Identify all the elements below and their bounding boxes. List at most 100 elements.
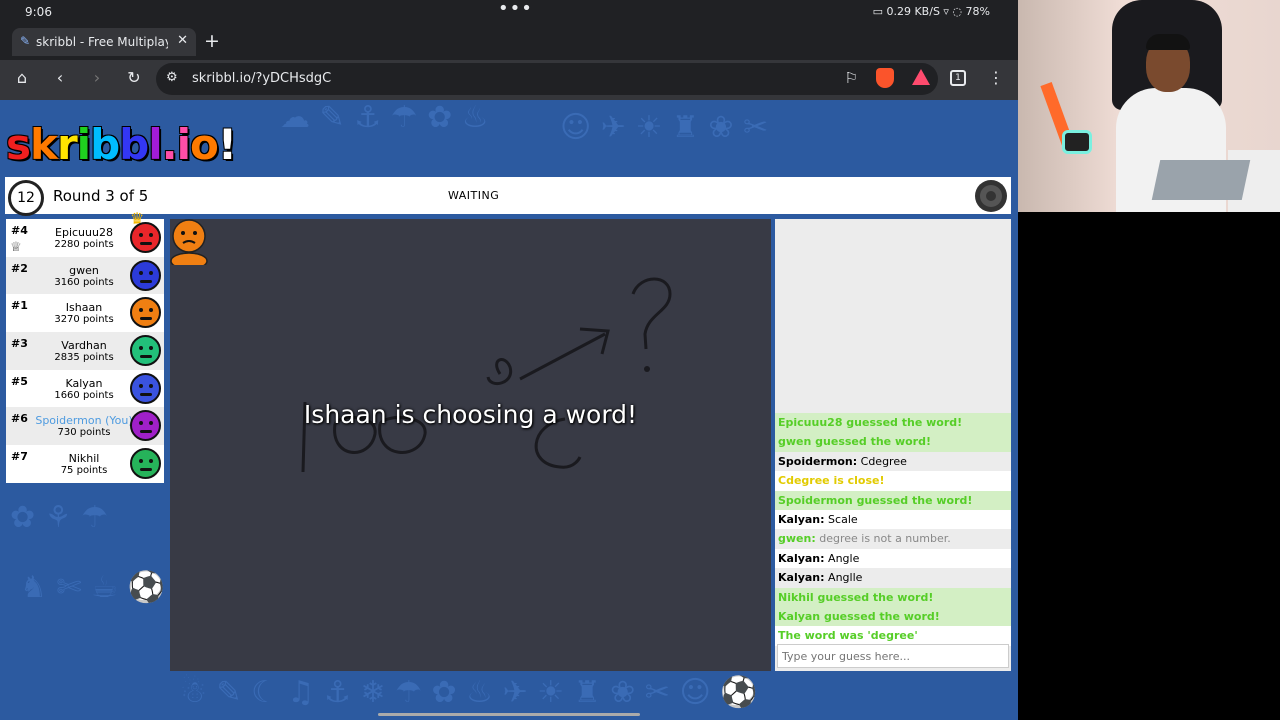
logo-letter: i (176, 120, 191, 169)
drawing-canvas[interactable]: Ishaan is choosing a word! (170, 219, 771, 671)
back-icon[interactable]: ‹ (48, 68, 72, 87)
chat-message: Nikhil guessed the word! (775, 587, 1011, 607)
menu-kebab-icon[interactable]: ⋮ (984, 68, 1008, 87)
game-status: WAITING (448, 189, 500, 202)
player-rank: #3 (11, 337, 28, 351)
streamer-hair (1146, 34, 1190, 50)
settings-gear-icon[interactable] (975, 180, 1007, 212)
chat-author: Kalyan: (778, 571, 825, 585)
player-name: Nikhil (68, 452, 100, 466)
chat-text: Epicuuu28 guessed the word! (778, 416, 963, 429)
pencil-favicon-icon: ✎ (20, 34, 31, 48)
chat-panel: Epicuuu28 guessed the word! gwen guessed … (775, 219, 1011, 671)
chat-message: Epicuuu28 guessed the word! (775, 413, 1011, 433)
player-rank: #5 (11, 374, 28, 388)
tab-count-button[interactable]: 1 (950, 70, 966, 86)
chat-message: Kalyan guessed the word! (775, 606, 1011, 627)
player-avatar (130, 335, 161, 367)
chat-text: Anglle (824, 571, 863, 585)
previous-drawing-strokes (301, 277, 672, 473)
laptop (1151, 160, 1251, 200)
microphone-icon (1062, 130, 1092, 154)
player-row[interactable]: #6 Spoidermon (You) 730 points (6, 407, 164, 446)
logo-letter: k (30, 120, 58, 169)
close-tab-icon[interactable]: ✕ (177, 33, 188, 48)
player-list: #4 ♕ ♛ Epicuuu28 2280 points #2 gwen 3160 point… (6, 209, 164, 483)
system-status-bar: 9:06 ••• ▭ 0.29 KB/S ▿ ◌ 78% (0, 0, 1018, 26)
browser-toolbar: ⌂ ‹ › ↻ ⚙ skribbl.io/?yDCHsdgC ⚐ 1 ⋮ (0, 60, 1018, 100)
player-points: 75 points (60, 465, 108, 477)
player-points: 2280 points (54, 239, 114, 250)
logo-letter: ! (217, 120, 237, 169)
guess-input[interactable] (777, 644, 1009, 668)
clock-time: 9:06 (25, 5, 52, 19)
new-tab-button[interactable]: + (204, 30, 220, 52)
player-name: Kalyan (65, 376, 103, 390)
player-rank: #6 (11, 412, 28, 426)
player-avatar (130, 297, 161, 329)
player-rank: #7 (11, 450, 28, 464)
chat-message: gwen: degree is not a number. (775, 529, 1011, 549)
empty-black-area (1018, 212, 1280, 720)
player-name: Epicuuu28 (55, 226, 113, 239)
chat-message: gwen guessed the word! (775, 432, 1011, 452)
chat-text: Nikhil guessed the word! (778, 590, 934, 604)
player-row[interactable]: #4 ♕ ♛ Epicuuu28 2280 points (6, 209, 164, 257)
player-row[interactable]: #2 gwen 3160 points (6, 256, 164, 295)
player-row[interactable]: #7 Nikhil 75 points (6, 445, 164, 483)
bookmark-icon[interactable]: ⚐ (845, 69, 858, 87)
chat-message: The word was 'degree' (775, 626, 1011, 646)
chat-author: gwen: (778, 532, 816, 546)
logo-letter: . (161, 120, 178, 169)
chat-text: Cdegree is close! (778, 474, 885, 488)
choosing-word-message: Ishaan is choosing a word! (303, 400, 638, 429)
chat-author: Spoidermon: (778, 454, 858, 468)
player-row[interactable]: #3 Vardhan 2835 points (6, 332, 164, 370)
chat-text: Cdegree (857, 454, 907, 468)
home-icon[interactable]: ⌂ (10, 68, 34, 87)
brave-shields-icon[interactable] (876, 68, 894, 88)
player-avatar (130, 410, 161, 442)
player-rank: #2 (11, 261, 28, 275)
round-counter: Round 3 of 5 (53, 187, 149, 205)
battery-level: 78% (965, 5, 990, 18)
player-row[interactable]: #5 Kalyan 1660 points (6, 369, 164, 408)
url-text[interactable]: skribbl.io/?yDCHsdgC (192, 71, 331, 86)
chat-message: Kalyan: Anglle (775, 568, 1011, 588)
player-points: 3270 points (54, 314, 114, 326)
skribbl-logo: skribbl.io! (6, 120, 237, 169)
player-avatar (130, 259, 161, 291)
chat-text: gwen guessed the word! (778, 435, 931, 449)
reload-icon[interactable]: ↻ (122, 68, 146, 87)
player-avatar (130, 372, 161, 404)
player-avatar (130, 222, 161, 253)
network-indicators: ▭ 0.29 KB/S ▿ ◌ (872, 5, 963, 18)
more-dots-icon[interactable]: ••• (498, 0, 533, 19)
player-name: Vardhan (61, 339, 107, 353)
chat-log: Epicuuu28 guessed the word! gwen guessed … (775, 413, 1011, 646)
logo-letter: i (76, 120, 91, 169)
forward-icon[interactable]: › (85, 68, 109, 87)
status-indicators: ▭ 0.29 KB/S ▿ ◌ 78% (873, 5, 990, 18)
chat-message: Spoidermon guessed the word! (775, 490, 1011, 510)
chat-text: Spoidermon guessed the word! (778, 493, 973, 507)
player-rank: #1 (11, 299, 28, 313)
game-header-bar: 12 Round 3 of 5 WAITING (5, 177, 1011, 216)
player-row[interactable]: #1 Ishaan 3270 points (6, 294, 164, 333)
player-points: 1660 points (54, 389, 114, 401)
logo-letter: b (90, 120, 120, 169)
gesture-home-bar[interactable] (378, 713, 640, 716)
address-bar[interactable]: ⚙ skribbl.io/?yDCHsdgC ⚐ (156, 63, 938, 95)
chat-message: Spoidermon: Cdegree (775, 451, 1011, 472)
background-doodle-icon: ☺ ✈ ☀ ♜ ❀ ✂ (560, 110, 769, 145)
site-settings-icon[interactable]: ⚙ (166, 70, 178, 85)
logo-letter: o (190, 120, 219, 169)
round-timer: 12 (8, 180, 44, 216)
chat-text: Angle (824, 551, 860, 565)
logo-letter: l (148, 120, 162, 169)
logo-letter: b (119, 120, 149, 169)
chooser-avatar (170, 219, 208, 265)
brave-rewards-icon[interactable] (912, 69, 930, 85)
browser-tab[interactable]: ✎ skribbl - Free Multiplayer Dra ✕ (12, 28, 196, 56)
browser-tab-strip: ✎ skribbl - Free Multiplayer Dra ✕ + (0, 26, 1018, 56)
